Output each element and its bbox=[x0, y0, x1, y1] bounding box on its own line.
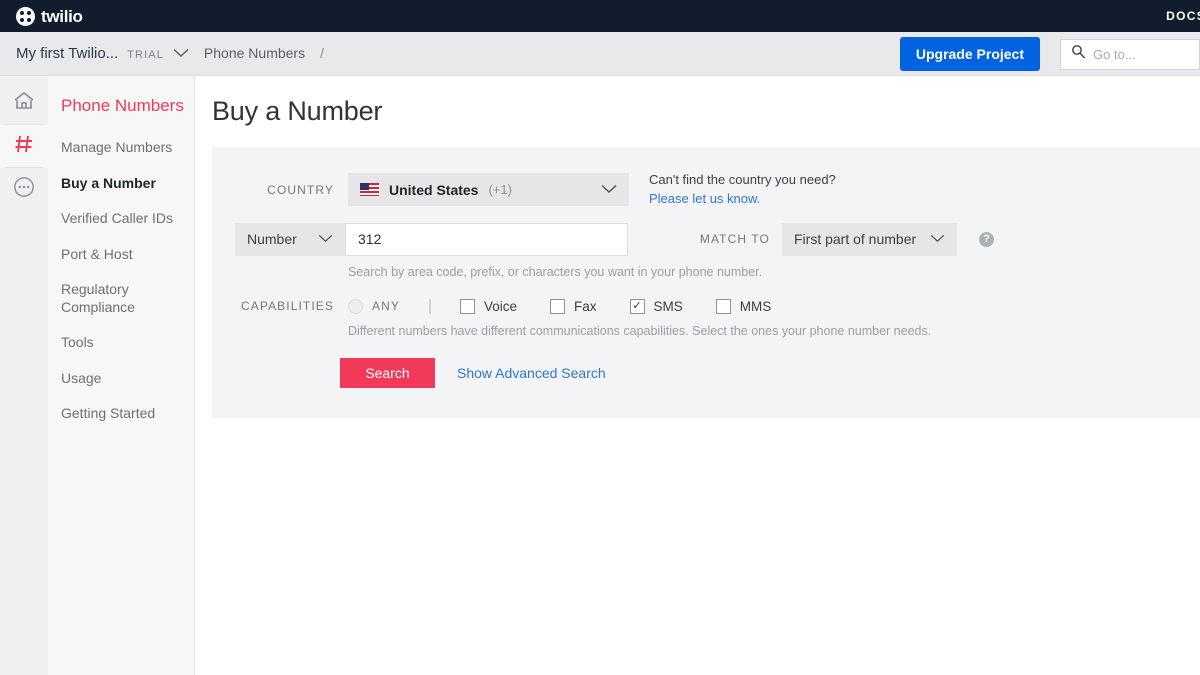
form-actions: Search Show Advanced Search bbox=[212, 357, 1200, 388]
docs-link[interactable]: DOCS bbox=[1166, 0, 1200, 32]
sidebar-item-tools[interactable]: Tools bbox=[48, 325, 194, 361]
checkbox-mms bbox=[715, 298, 731, 314]
trial-badge: TRIAL bbox=[127, 48, 164, 61]
question-mark-help-icon[interactable]: ? bbox=[979, 231, 994, 247]
match-to-value: First part of number bbox=[794, 231, 917, 248]
show-advanced-search-link[interactable]: Show Advanced Search bbox=[457, 365, 606, 381]
search-button[interactable]: Search bbox=[340, 357, 435, 388]
capability-voice-label: Voice bbox=[483, 298, 518, 314]
twilio-dots-logo-icon bbox=[16, 6, 35, 26]
capabilities-row: CAPABILITIES ANY Voice Fax ✓ SMS MMS bbox=[212, 298, 1200, 314]
breadcrumb-separator: / bbox=[320, 44, 324, 61]
country-label: COUNTRY bbox=[267, 182, 334, 197]
sidebar-navigation: Phone Numbers Manage Numbers Buy a Numbe… bbox=[48, 76, 195, 675]
sidebar-title-phone-numbers[interactable]: Phone Numbers bbox=[48, 90, 194, 130]
match-to-select[interactable]: First part of number bbox=[782, 222, 957, 256]
rail-item-phone-numbers[interactable] bbox=[0, 125, 48, 167]
capability-sms-label: SMS bbox=[653, 298, 683, 314]
breadcrumb-actions: Upgrade Project Go to... bbox=[899, 32, 1200, 76]
breadcrumb-page-name[interactable]: Phone Numbers bbox=[204, 45, 305, 61]
number-search-input[interactable] bbox=[345, 222, 628, 256]
capabilities-divider bbox=[428, 298, 431, 314]
main-content: Buy a Number COUNTRY United States (+1) … bbox=[195, 76, 1200, 675]
capability-option-sms[interactable]: ✓ SMS bbox=[629, 298, 683, 314]
capability-option-mms[interactable]: MMS bbox=[715, 298, 772, 314]
sidebar-item-manage-numbers[interactable]: Manage Numbers bbox=[48, 130, 194, 166]
us-flag-icon bbox=[360, 183, 379, 197]
rail-item-more[interactable] bbox=[0, 168, 48, 210]
checkbox-sms-checked: ✓ bbox=[629, 298, 645, 314]
capability-mms-label: MMS bbox=[739, 298, 772, 314]
top-navigation-bar: twilio DOCS bbox=[0, 0, 1200, 32]
icon-rail bbox=[0, 76, 48, 675]
country-help-question: Can't find the country you need? bbox=[649, 172, 836, 187]
country-help-aside: Can't find the country you need? Please … bbox=[649, 171, 836, 209]
sidebar-item-getting-started[interactable]: Getting Started bbox=[48, 396, 194, 432]
match-to-label: MATCH TO bbox=[699, 232, 770, 247]
radio-unchecked-icon[interactable] bbox=[348, 298, 363, 314]
number-row: Number MATCH TO First part of number ? bbox=[212, 222, 1200, 256]
twilio-logo[interactable]: twilio bbox=[0, 6, 83, 26]
sidebar-item-buy-a-number[interactable]: Buy a Number bbox=[48, 166, 194, 202]
home-icon bbox=[13, 91, 35, 116]
page-body: Phone Numbers Manage Numbers Buy a Numbe… bbox=[0, 76, 1200, 675]
chevron-down-icon bbox=[601, 181, 617, 199]
country-help-link[interactable]: Please let us know. bbox=[649, 190, 836, 209]
sidebar-item-verified-caller-ids[interactable]: Verified Caller IDs bbox=[48, 201, 194, 237]
capability-option-voice[interactable]: Voice bbox=[459, 298, 518, 314]
capability-fax-label: Fax bbox=[574, 298, 597, 314]
sidebar-item-regulatory-compliance[interactable]: Regulatory Compliance bbox=[48, 272, 194, 325]
upgrade-project-button[interactable]: Upgrade Project bbox=[899, 37, 1040, 71]
search-form-panel: COUNTRY United States (+1) Can't find th… bbox=[212, 147, 1200, 418]
global-search-input[interactable]: Go to... bbox=[1060, 38, 1200, 70]
breadcrumb-bar: My first Twilio... TRIAL Phone Numbers /… bbox=[0, 32, 1200, 76]
number-type-value: Number bbox=[247, 231, 297, 248]
checkbox-voice bbox=[459, 298, 475, 314]
ellipsis-circle-icon bbox=[13, 176, 35, 203]
rail-item-home[interactable] bbox=[0, 82, 48, 124]
hash-icon bbox=[13, 133, 35, 160]
page-title: Buy a Number bbox=[212, 96, 383, 126]
global-search-placeholder: Go to... bbox=[1093, 46, 1136, 62]
chevron-down-icon[interactable] bbox=[173, 45, 189, 63]
sidebar-item-port-and-host[interactable]: Port & Host bbox=[48, 237, 194, 273]
number-search-hint: Search by area code, prefix, or characte… bbox=[348, 264, 763, 279]
country-row: COUNTRY United States (+1) Can't find th… bbox=[212, 171, 1200, 209]
twilio-wordmark: twilio bbox=[41, 6, 83, 26]
breadcrumb-project-name[interactable]: My first Twilio... bbox=[16, 45, 118, 62]
capabilities-label: CAPABILITIES bbox=[240, 299, 334, 314]
checkbox-fax bbox=[550, 298, 566, 314]
capabilities-hint: Different numbers have different communi… bbox=[348, 323, 932, 338]
chevron-down-icon bbox=[930, 230, 945, 248]
capability-any-label: ANY bbox=[372, 299, 400, 314]
search-icon bbox=[1071, 44, 1086, 64]
capability-option-fax[interactable]: Fax bbox=[550, 298, 597, 314]
breadcrumb: My first Twilio... TRIAL Phone Numbers / bbox=[0, 45, 324, 63]
number-type-select[interactable]: Number bbox=[235, 222, 345, 256]
country-name: United States bbox=[389, 181, 479, 198]
sidebar-item-usage[interactable]: Usage bbox=[48, 361, 194, 397]
country-dial-code: (+1) bbox=[488, 182, 512, 198]
chevron-down-icon bbox=[318, 230, 333, 248]
country-select[interactable]: United States (+1) bbox=[348, 173, 629, 207]
